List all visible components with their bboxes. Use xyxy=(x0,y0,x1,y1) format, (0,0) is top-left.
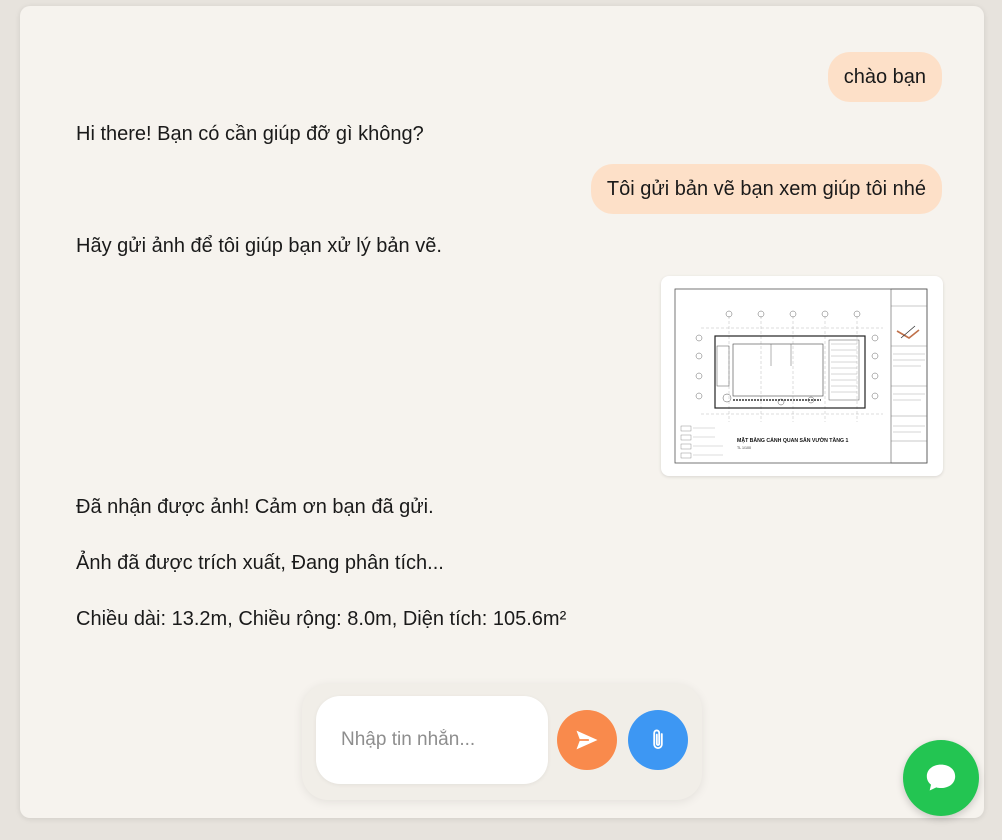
message-input[interactable] xyxy=(316,696,548,784)
bot-message: Đã nhận được ảnh! Cảm ơn bạn đã gửi. xyxy=(76,494,434,520)
attach-button[interactable] xyxy=(628,710,688,770)
user-message: chào bạn xyxy=(827,52,942,102)
user-message-text: Tôi gửi bản vẽ bạn xem giúp tôi nhé xyxy=(606,178,926,200)
user-message-text: chào bạn xyxy=(843,66,926,88)
user-message: Tôi gửi bản vẽ bạn xem giúp tôi nhé xyxy=(590,164,942,214)
bot-message: Chiều dài: 13.2m, Chiều rộng: 8.0m, Diện… xyxy=(76,606,566,632)
send-icon xyxy=(576,730,598,750)
chat-launcher-button[interactable] xyxy=(903,740,979,816)
bot-message: Ảnh đã được trích xuất, Đang phân tích..… xyxy=(76,550,444,576)
send-button[interactable] xyxy=(557,710,617,770)
bot-message-text: Ảnh đã được trích xuất, Đang phân tích..… xyxy=(76,552,444,574)
bot-message-text: Đã nhận được ảnh! Cảm ơn bạn đã gửi. xyxy=(76,496,434,518)
bot-message-text: Hãy gửi ảnh để tôi giúp bạn xử lý bản vẽ… xyxy=(76,235,442,257)
image-attachment[interactable]: MẶT BẰNG CẢNH QUAN SÂN VƯỜN TẦNG 1 TL 1/… xyxy=(661,276,943,476)
chat-bubble-icon xyxy=(926,764,956,791)
floor-plan-thumbnail: MẶT BẰNG CẢNH QUAN SÂN VƯỜN TẦNG 1 TL 1/… xyxy=(674,288,928,464)
paperclip-icon xyxy=(653,729,663,750)
bot-message: Hi there! Bạn có cần giúp đỡ gì không? xyxy=(76,121,424,147)
bot-message: Hãy gửi ảnh để tôi giúp bạn xử lý bản vẽ… xyxy=(76,233,442,259)
bot-message-text: Chiều dài: 13.2m, Chiều rộng: 8.0m, Diện… xyxy=(76,608,567,630)
drawing-scale: TL 1/100 xyxy=(737,446,751,450)
drawing-title: MẶT BẰNG CẢNH QUAN SÂN VƯỜN TẦNG 1 xyxy=(737,436,848,444)
bot-message-text: Hi there! Bạn có cần giúp đỡ gì không? xyxy=(76,123,424,145)
